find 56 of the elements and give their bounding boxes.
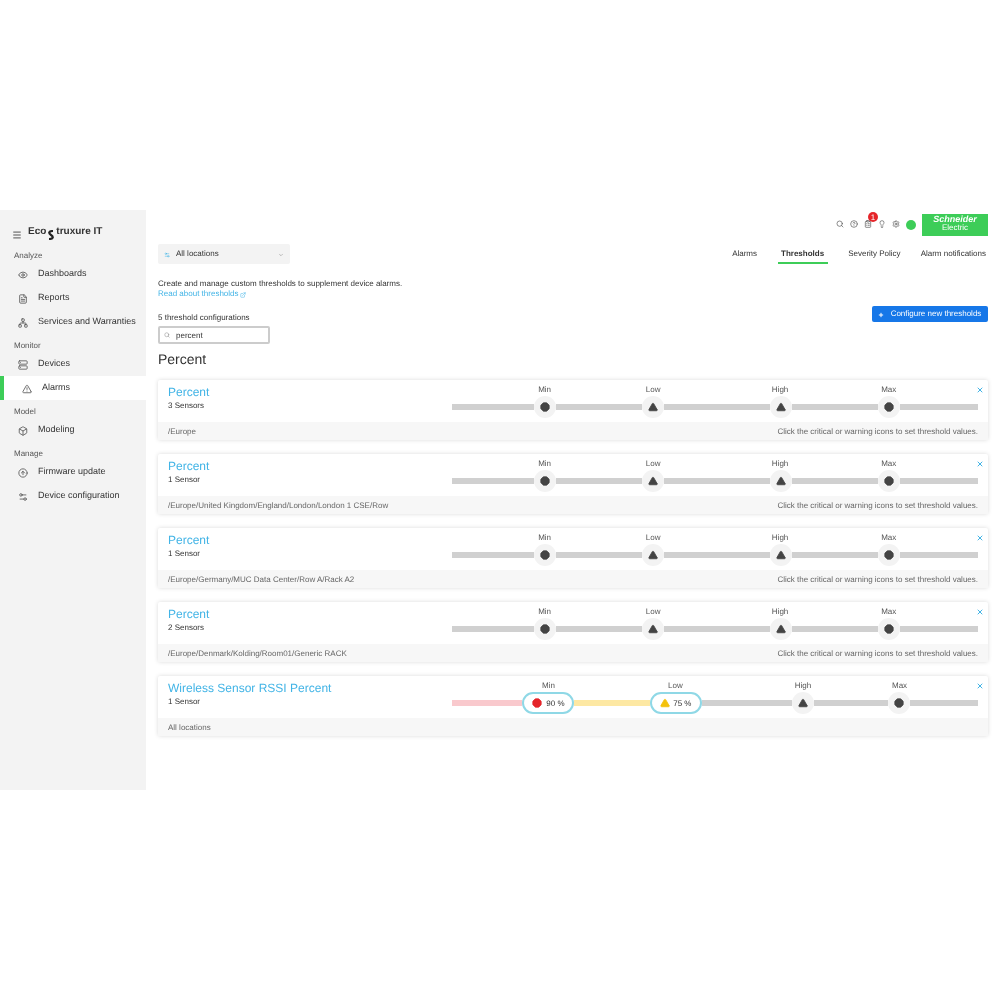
octagon-icon [883, 476, 894, 486]
document-icon [18, 293, 28, 303]
octagon-icon [539, 476, 550, 486]
warning-icon [659, 698, 670, 708]
threshold-button[interactable] [533, 396, 556, 418]
threshold-button[interactable] [769, 544, 792, 566]
threshold-button[interactable] [769, 618, 792, 640]
octagon-icon [883, 550, 894, 560]
octagon-icon [883, 402, 894, 412]
warning-icon [775, 402, 786, 412]
threshold-button[interactable] [791, 692, 814, 714]
octagon-icon [894, 698, 905, 708]
threshold-button[interactable] [877, 618, 900, 640]
warning-icon [648, 624, 659, 634]
threshold-button[interactable] [769, 396, 792, 418]
octagon-icon [883, 624, 894, 634]
threshold-button[interactable] [769, 470, 792, 492]
network-icon [18, 317, 28, 327]
threshold-button[interactable] [642, 470, 665, 492]
threshold-button[interactable] [533, 470, 556, 492]
warning-icon [648, 476, 659, 486]
external-link-icon [240, 291, 247, 297]
threshold-button[interactable] [533, 544, 556, 566]
logo-icon [46, 229, 57, 239]
warning-icon [797, 698, 808, 708]
warning-icon [648, 402, 659, 412]
threshold-button[interactable] [877, 396, 900, 418]
server-icon [18, 359, 28, 369]
warning-icon [775, 476, 786, 486]
threshold-button[interactable] [642, 396, 665, 418]
menu-icon[interactable] [12, 229, 22, 239]
threshold-button[interactable] [642, 618, 665, 640]
threshold-button[interactable] [888, 692, 911, 714]
clipboard-icon[interactable] [864, 220, 872, 228]
settings-icon[interactable] [892, 220, 900, 228]
octagon-icon [532, 698, 543, 708]
cube-icon [18, 425, 28, 435]
octagon-icon [539, 402, 550, 412]
warning-icon [775, 624, 786, 634]
threshold-button[interactable] [642, 544, 665, 566]
sliders-icon [18, 491, 28, 501]
search-icon[interactable] [836, 220, 844, 228]
lightbulb-icon[interactable] [878, 220, 886, 228]
warning-icon [22, 383, 32, 393]
octagon-icon [539, 550, 550, 560]
help-icon[interactable] [850, 220, 858, 228]
search-icon [164, 332, 170, 338]
threshold-button[interactable] [533, 618, 556, 640]
threshold-button[interactable] [877, 544, 900, 566]
upload-icon [18, 467, 28, 477]
plus-icon [878, 311, 885, 317]
warning-icon [775, 550, 786, 560]
eye-icon [18, 269, 28, 279]
octagon-icon [539, 624, 550, 634]
warning-icon [648, 550, 659, 560]
threshold-button[interactable] [877, 470, 900, 492]
